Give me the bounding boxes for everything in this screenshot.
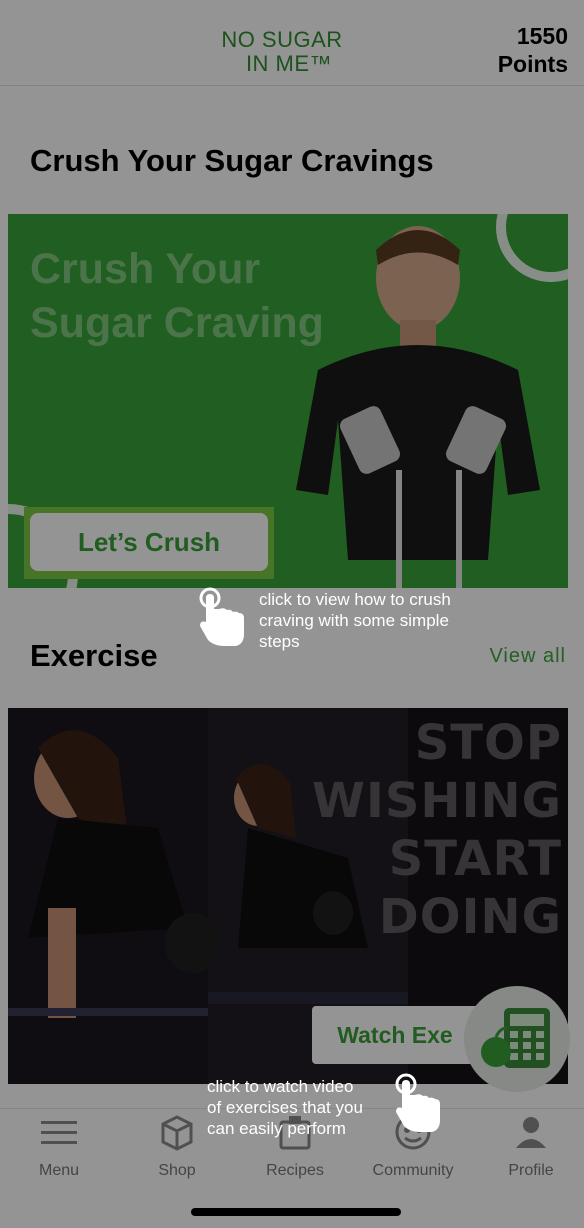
lets-crush-button[interactable]: Let’s Crush [30,513,268,571]
tap-hand-icon [395,1073,440,1132]
crush-tooltip: click to view how to crush craving with … [259,589,451,652]
watch-exercise-button[interactable]: Watch Exe [312,1006,478,1064]
tab-label: Profile [508,1162,554,1179]
tooltip-line: click to watch video [207,1077,354,1096]
motivational-banner-text: STOP WISHING START DOING [312,714,562,946]
banner-line: DOING [378,889,562,945]
calorie-calculator-button[interactable] [464,986,570,1092]
tab-label: Recipes [266,1162,324,1179]
watch-tooltip: click to watch video of exercises that y… [207,1076,363,1139]
tab-label: Shop [158,1162,196,1179]
banner-line: STOP [414,715,562,771]
menu-icon [41,1121,77,1144]
craving-section-title: Crush Your Sugar Cravings [30,143,434,178]
tab-label: Community [372,1162,454,1179]
tab-menu[interactable]: Menu [0,1112,118,1180]
tooltip-line: click to view how to crush [259,590,451,609]
brand-logo[interactable]: NO SUGAR IN ME™ [212,28,352,76]
profile-icon [516,1117,546,1148]
points-label: Points [497,51,568,77]
tab-profile[interactable]: Profile [472,1112,584,1180]
banner-line: START [388,831,562,887]
box-icon [161,1115,193,1151]
banner-line: WISHING [312,773,562,829]
points-value: 1550 [516,23,568,49]
points-counter[interactable]: 1550 Points [498,22,568,78]
logo-line2: IN ME™ [245,51,333,76]
tooltip-line: craving with some simple [259,611,449,630]
man-pouring-sugar-image [296,226,540,588]
calculator-apple-icon [481,1008,550,1068]
app-header: NO SUGAR IN ME™ 1550 Points [0,0,584,86]
tooltip-line: can easily perform [207,1119,346,1138]
home-indicator [191,1208,401,1216]
logo-line1: NO SUGAR [221,27,343,52]
exercise-section-title: Exercise [30,638,158,673]
view-all-link[interactable]: View all [489,645,566,668]
tap-hand-icon [199,587,244,646]
tooltip-line: of exercises that you [207,1098,363,1117]
tab-label: Menu [38,1162,80,1179]
tooltip-line: steps [259,632,300,651]
